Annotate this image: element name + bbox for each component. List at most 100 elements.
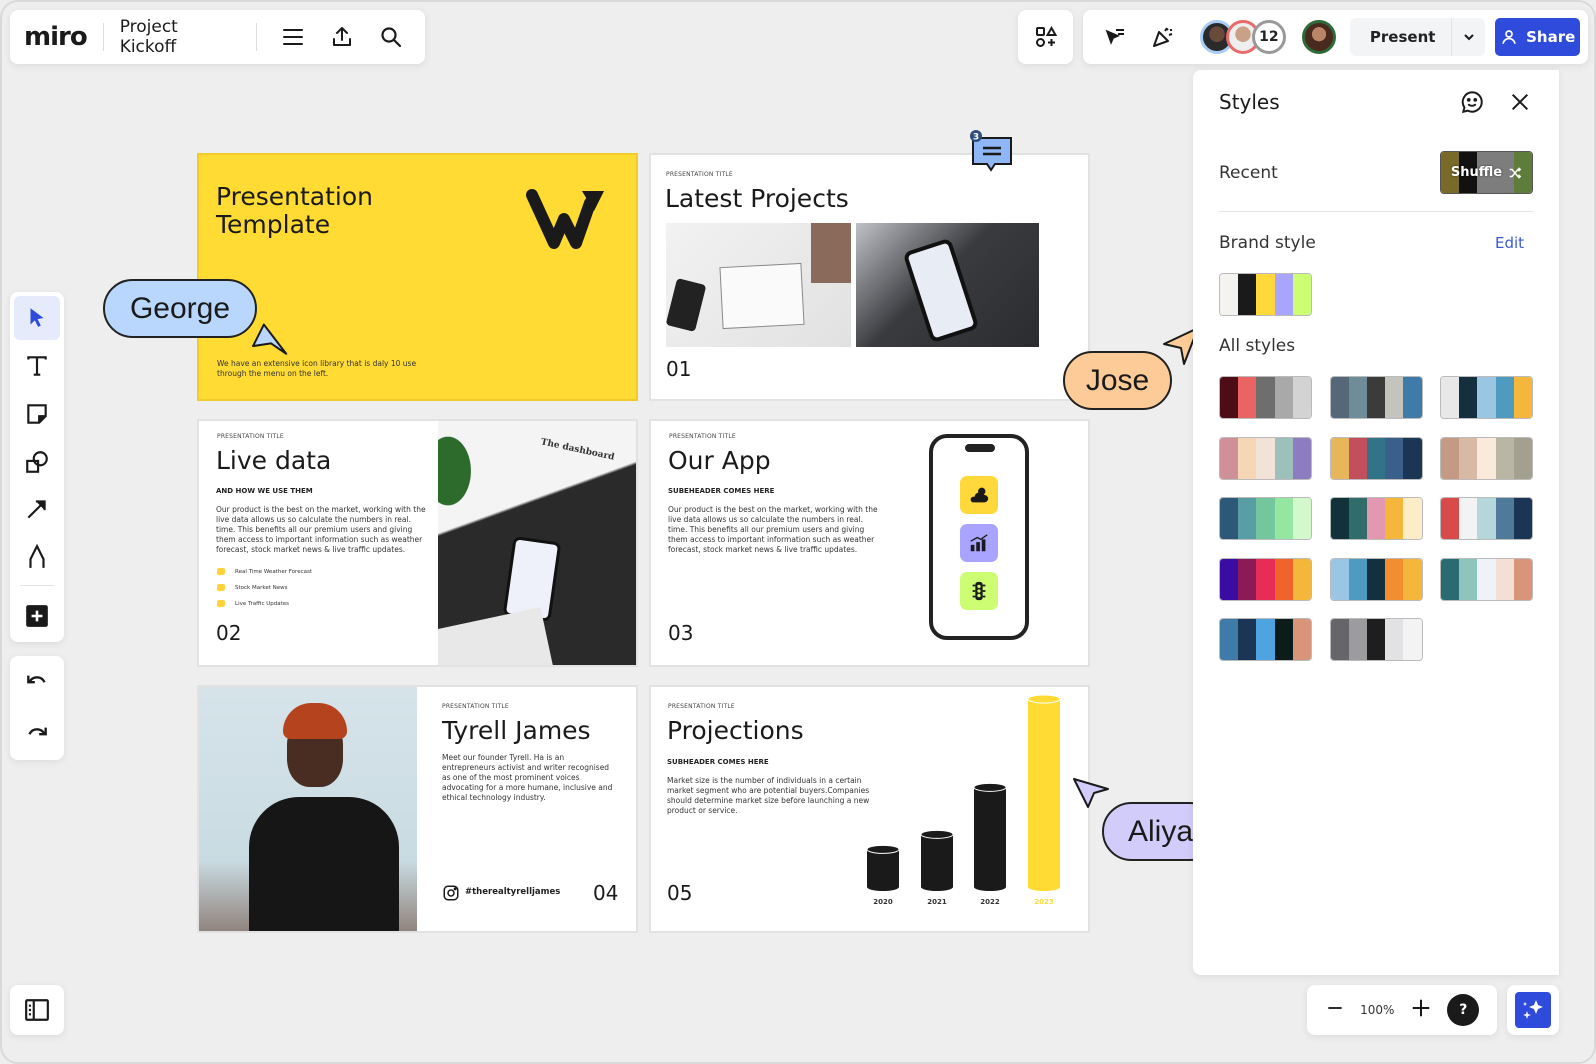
recent-label: Recent bbox=[1219, 163, 1278, 183]
palette-swatch bbox=[1477, 437, 1496, 479]
palette-swatch bbox=[1403, 498, 1422, 539]
select-tool[interactable] bbox=[14, 296, 60, 340]
collaborator-count[interactable]: 12 bbox=[1251, 20, 1286, 54]
zoom-out-button[interactable] bbox=[1325, 998, 1345, 1022]
zoom-in-button[interactable] bbox=[1410, 997, 1432, 1023]
slide-body: Our product is the best on the market, w… bbox=[668, 505, 878, 554]
share-button[interactable]: Share bbox=[1495, 18, 1581, 56]
chart-x-tick-label: 2023 bbox=[1034, 898, 1054, 906]
search-icon[interactable] bbox=[372, 17, 411, 57]
palette-swatch bbox=[1348, 558, 1367, 600]
slide-eyebrow: PRESENTATION TITLE bbox=[666, 171, 733, 178]
more-tools-button[interactable] bbox=[14, 594, 60, 638]
feedback-button[interactable] bbox=[1456, 86, 1488, 118]
palette-swatch bbox=[1238, 377, 1257, 418]
text-tool[interactable] bbox=[14, 344, 60, 388]
slide-subheader: SUBEHEADER COMES HERE bbox=[668, 487, 775, 495]
cursor-icon bbox=[30, 308, 44, 327]
sticky-note-tool[interactable] bbox=[14, 392, 60, 436]
style-palette-option[interactable] bbox=[1219, 376, 1312, 419]
redo-button[interactable] bbox=[14, 709, 60, 755]
board-title[interactable]: Project Kickoff bbox=[120, 17, 238, 57]
slide-body: Meet our founder Tyrell. Ha is an entrep… bbox=[442, 753, 613, 802]
palette-swatch bbox=[1385, 498, 1404, 539]
divider bbox=[255, 23, 257, 51]
slide-tyrell-james[interactable]: PRESENTATION TITLE Tyrell James Meet our… bbox=[197, 685, 638, 933]
style-palette-option[interactable] bbox=[1440, 436, 1533, 480]
palette-swatch bbox=[1348, 619, 1367, 660]
palette-swatch bbox=[1366, 437, 1386, 479]
collaborator-avatars[interactable]: 12 bbox=[1199, 20, 1336, 54]
chart-bar-2021 bbox=[920, 829, 954, 891]
notebook-desk-image bbox=[666, 223, 851, 347]
comment-thread[interactable]: 3 bbox=[970, 130, 1014, 174]
style-palette-option[interactable] bbox=[1219, 497, 1312, 540]
connection-line-tool[interactable] bbox=[14, 487, 60, 531]
slide-title: Our App bbox=[668, 446, 771, 475]
palette-swatch bbox=[1348, 437, 1367, 479]
brand-style-palette[interactable] bbox=[1219, 273, 1312, 316]
cursor-arrow-icon bbox=[1073, 778, 1109, 808]
miro-logo[interactable]: miro bbox=[24, 22, 88, 52]
hamburger-menu-icon[interactable] bbox=[273, 17, 312, 57]
slide-latest-projects[interactable]: PRESENTATION TITLE Latest Projects 01 bbox=[649, 153, 1090, 401]
shuffle-style-button[interactable]: Shuffle bbox=[1440, 151, 1533, 194]
pen-tool[interactable] bbox=[14, 535, 60, 579]
style-palette-option[interactable] bbox=[1329, 497, 1423, 540]
traffic-app-icon bbox=[960, 572, 998, 610]
smiley-chat-icon bbox=[1461, 91, 1483, 114]
undo-icon bbox=[27, 675, 46, 684]
present-control: Present bbox=[1349, 18, 1486, 56]
social-handle: #therealtyrelljames bbox=[465, 887, 561, 897]
slide-our-app[interactable]: PRESENTATION TITLE Our App SUBEHEADER CO… bbox=[649, 419, 1090, 667]
style-palette-option[interactable] bbox=[1329, 557, 1423, 601]
stocks-app-icon bbox=[960, 524, 998, 562]
palette-swatch bbox=[1330, 437, 1349, 479]
collaborator-cursor-label-george: George bbox=[103, 279, 257, 338]
chart-x-tick-label: 2021 bbox=[927, 898, 947, 906]
palette-swatch bbox=[1292, 498, 1311, 539]
phone-notch bbox=[965, 444, 995, 452]
palette-swatch bbox=[1256, 437, 1275, 479]
style-palette-option[interactable] bbox=[1440, 497, 1533, 540]
shapes-icon bbox=[26, 450, 48, 473]
slide-presentation-template[interactable]: Presentation Template We have an extensi… bbox=[197, 153, 638, 401]
style-palette-option[interactable] bbox=[1329, 376, 1423, 419]
help-button[interactable]: ? bbox=[1447, 994, 1480, 1026]
palette-swatch bbox=[1513, 437, 1532, 479]
undo-button[interactable] bbox=[14, 657, 60, 703]
style-palette-option[interactable] bbox=[1219, 618, 1312, 661]
cursor-filter-icon[interactable] bbox=[1095, 17, 1133, 57]
celebrate-icon[interactable] bbox=[1143, 17, 1181, 57]
palette-swatch bbox=[1348, 377, 1367, 418]
close-icon bbox=[1511, 93, 1529, 111]
frames-panel-button[interactable] bbox=[10, 985, 64, 1035]
upload-icon[interactable] bbox=[322, 17, 361, 57]
chart-icon bbox=[217, 584, 225, 591]
zoom-level[interactable]: 100% bbox=[1360, 1003, 1394, 1017]
sparkles-icon bbox=[1523, 1000, 1543, 1019]
sticky-note-icon bbox=[27, 403, 47, 424]
close-button[interactable] bbox=[1504, 86, 1536, 118]
board-header: miro Project Kickoff bbox=[10, 10, 425, 64]
slide-number: 02 bbox=[216, 621, 242, 645]
present-options-button[interactable] bbox=[1451, 18, 1485, 56]
slide-eyebrow: PRESENTATION TITLE bbox=[669, 433, 736, 440]
present-button[interactable]: Present bbox=[1350, 28, 1452, 46]
shapes-tool[interactable] bbox=[14, 440, 60, 484]
palette-swatch bbox=[1292, 437, 1311, 479]
style-palette-option[interactable] bbox=[1440, 557, 1533, 601]
slide-live-data[interactable]: PRESENTATION TITLE Live data AND HOW WE … bbox=[197, 419, 638, 667]
style-palette-option[interactable] bbox=[1329, 436, 1423, 480]
current-user-avatar[interactable] bbox=[1301, 20, 1336, 54]
apps-button[interactable] bbox=[1018, 10, 1073, 64]
redo-icon bbox=[28, 727, 47, 736]
style-palette-option[interactable] bbox=[1219, 557, 1312, 601]
style-palette-option[interactable] bbox=[1219, 436, 1312, 480]
ai-assistant-button[interactable] bbox=[1507, 985, 1559, 1035]
slide-projections[interactable]: PRESENTATION TITLE Projections SUBHEADER… bbox=[649, 685, 1090, 933]
style-palette-option[interactable] bbox=[1329, 618, 1423, 661]
edit-brand-style-link[interactable]: Edit bbox=[1495, 234, 1524, 252]
shuffle-label: Shuffle bbox=[1450, 165, 1503, 180]
style-palette-option[interactable] bbox=[1440, 376, 1533, 419]
